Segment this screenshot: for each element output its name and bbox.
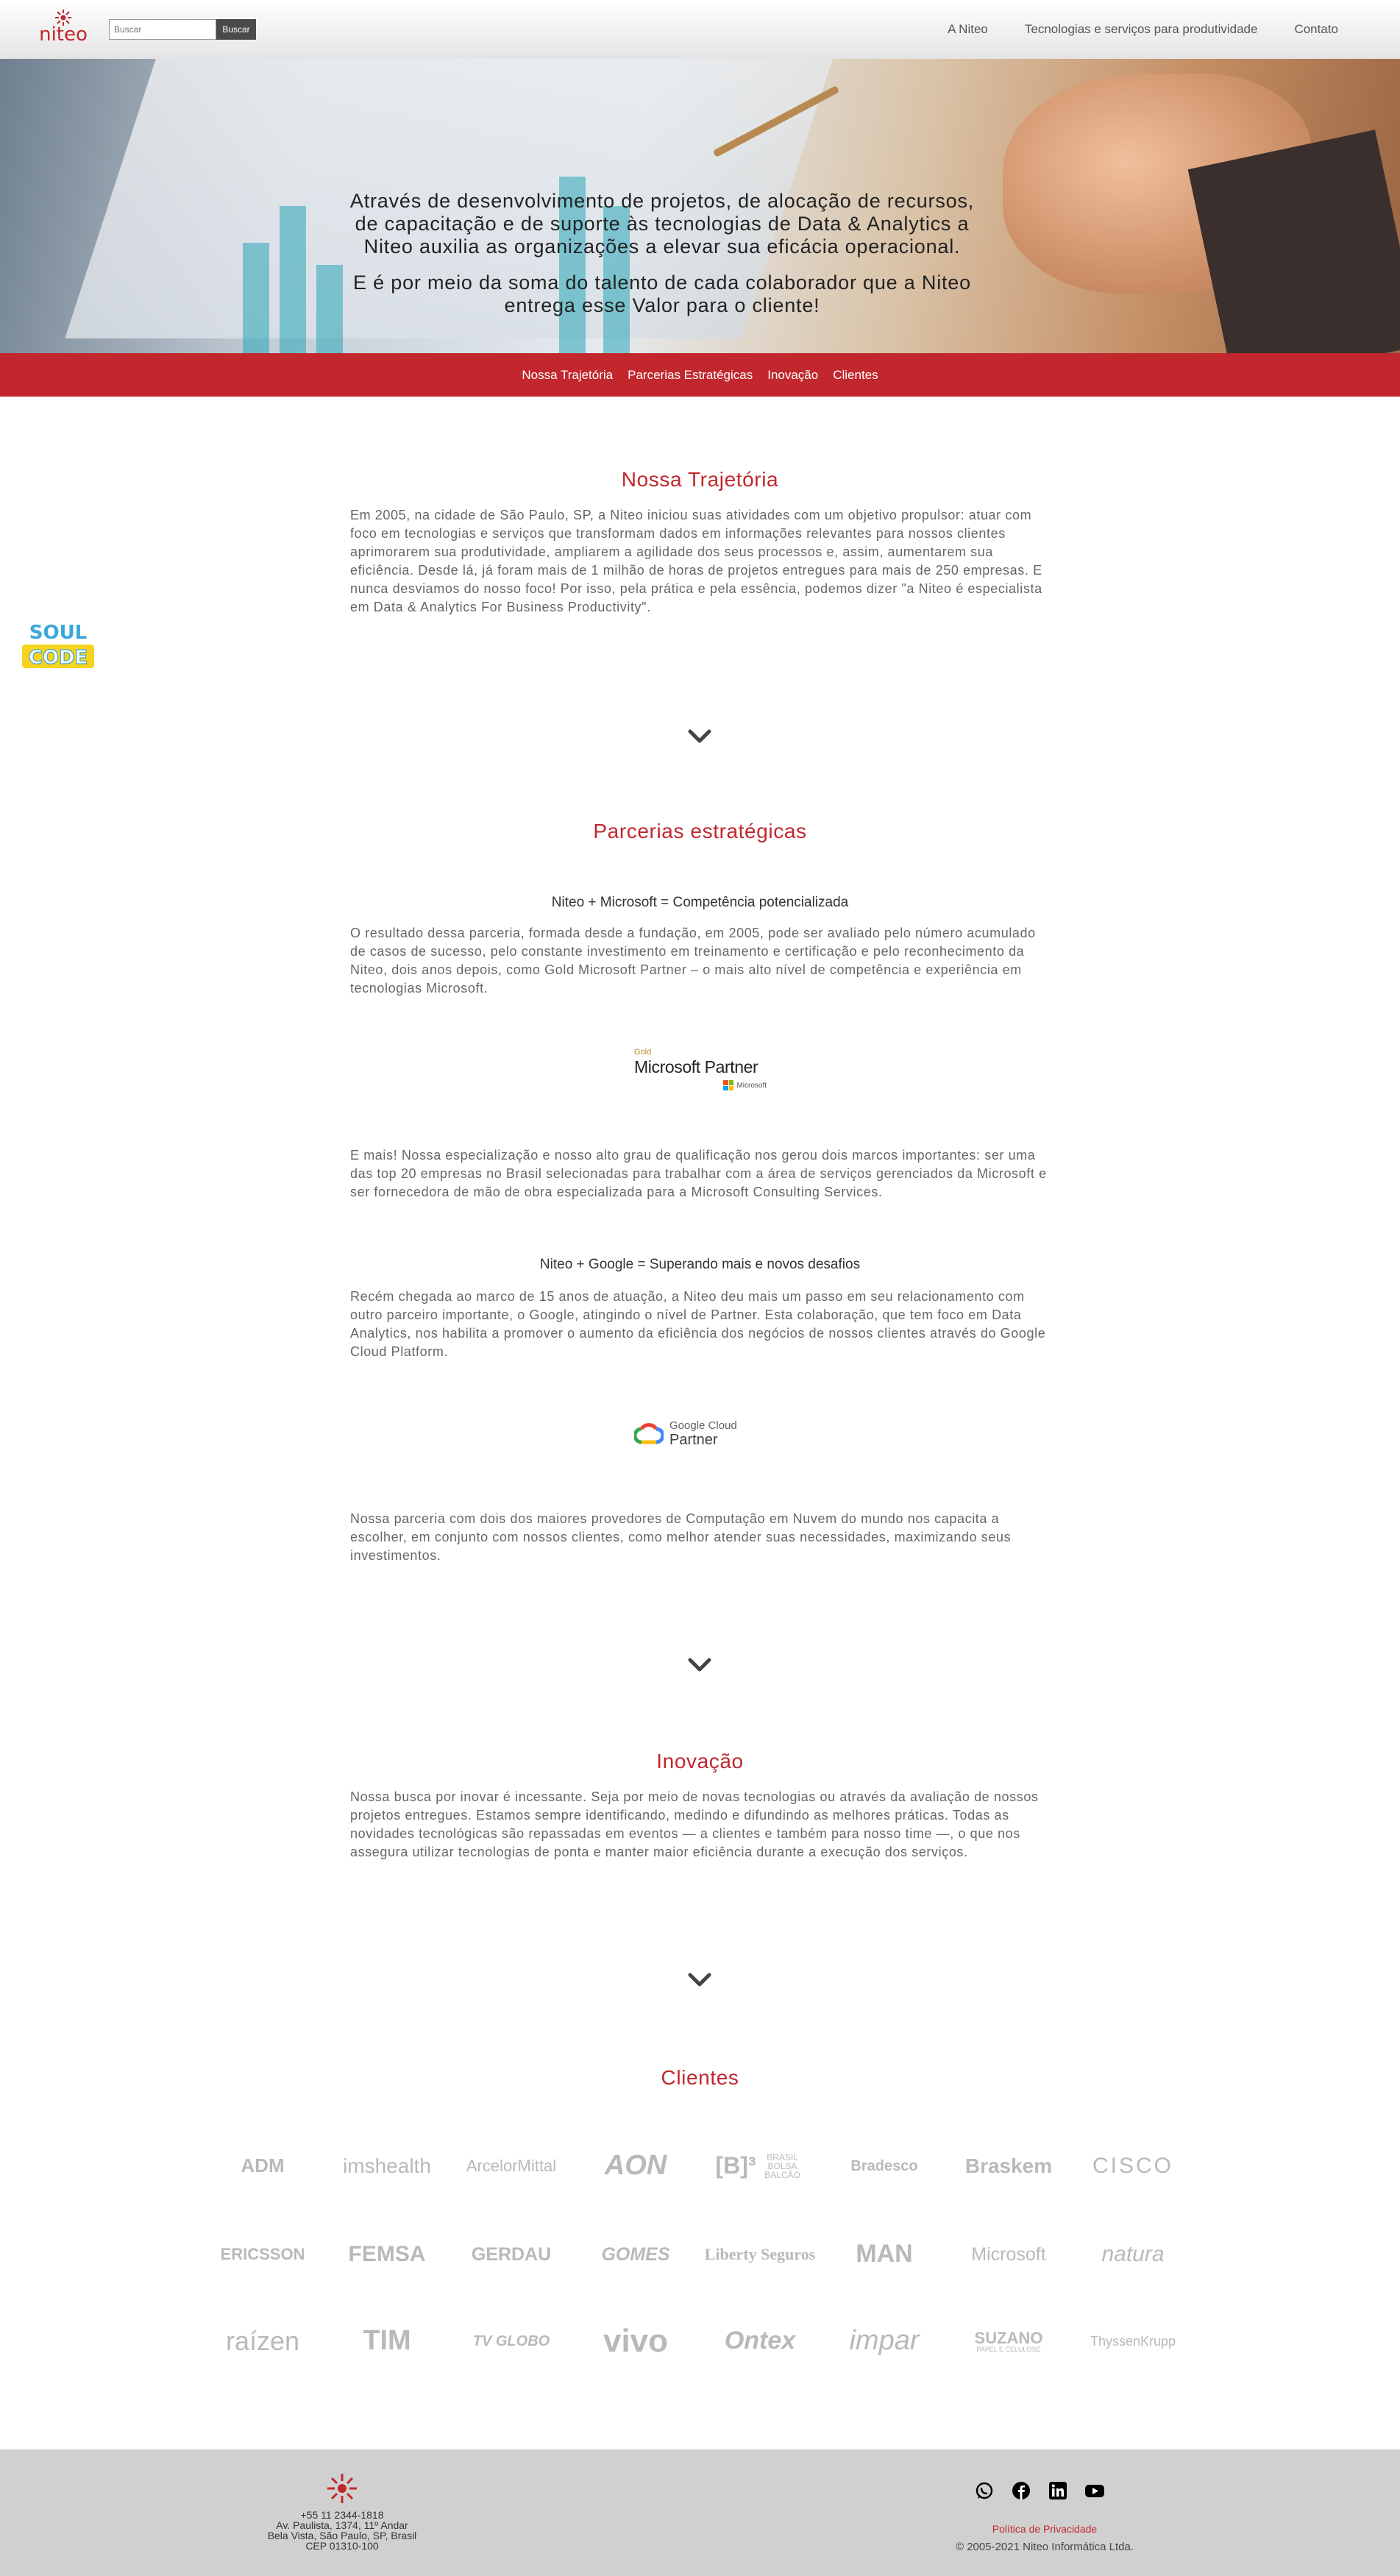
footer-address-line-2: Bela Vista, São Paulo, SP, Brasil <box>267 2530 417 2541</box>
hero-banner: Através de desenvolvimento de projetos, … <box>0 59 1400 353</box>
trajetoria-title: Nossa Trajetória <box>621 468 779 491</box>
gold-microsoft-partner-logo: Gold Microsoft Partner Microsoft <box>634 1048 767 1098</box>
hero-paragraph-1: Através de desenvolvimento de projetos, … <box>349 190 975 258</box>
microsoft-text-2: E mais! Nossa especialização e nosso alt… <box>350 1148 1047 1199</box>
client-logo-adm: ADM <box>241 2154 285 2177</box>
chevron-down-icon[interactable] <box>687 1972 712 1988</box>
client-logo-aon: AON <box>604 2150 667 2182</box>
microsoft-heading: Niteo + Microsoft = Competência potencia… <box>551 895 849 910</box>
hero-paragraph-2: E é por meio da soma do talento de cada … <box>353 272 971 316</box>
client-logo-natura: natura <box>1101 2242 1165 2267</box>
subnav-trajetoria[interactable]: Nossa Trajetória <box>522 368 613 383</box>
svg-text:CODE: CODE <box>29 647 88 669</box>
footer-cep: CEP 01310-100 <box>305 2540 379 2552</box>
soulcode-badge[interactable]: SOUL CODE <box>21 617 96 670</box>
google-cloud-label: Google Cloud <box>669 1419 737 1432</box>
client-logo-gomes: GOMES <box>601 2243 670 2265</box>
site-footer: +55 11 2344-1818 Av. Paulista, 1374, 11º… <box>0 2449 1400 2576</box>
subnav-inovacao[interactable]: Inovação <box>767 368 818 383</box>
client-logo-bradesco: Bradesco <box>850 2157 918 2174</box>
partner-label: Partner <box>669 1432 718 1448</box>
facebook-icon[interactable] <box>1011 2480 1031 2501</box>
privacy-policy-link[interactable]: Política de Privacidade <box>949 2523 1140 2535</box>
client-logo-thyssenkrupp: ThyssenKrupp <box>1090 2333 1176 2349</box>
linkedin-icon[interactable] <box>1048 2480 1068 2501</box>
hero-text: Através de desenvolvimento de projetos, … <box>346 190 978 317</box>
google-cloud-partner-logo: Google Cloud Partner <box>634 1417 745 1451</box>
client-logo-raizen: raízen <box>225 2326 300 2357</box>
client-logo-liberty: Liberty Seguros <box>704 2245 816 2264</box>
client-logo-tim: TIM <box>363 2325 411 2357</box>
client-logo-braskem: Braskem <box>964 2154 1053 2178</box>
whatsapp-icon[interactable] <box>974 2480 995 2501</box>
footer-address: +55 11 2344-1818 Av. Paulista, 1374, 11º… <box>232 2510 452 2551</box>
brand-name: niteo <box>39 24 88 46</box>
inovacao-text: Nossa busca por inovar é incessante. Sej… <box>350 1789 1039 1859</box>
client-logo-impar: impar <box>849 2325 920 2357</box>
client-logo-gerdau: GERDAU <box>471 2243 552 2265</box>
top-navigation: A Niteo Tecnologias e serviços para prod… <box>948 22 1338 37</box>
google-heading: Niteo + Google = Superando mais e novos … <box>539 1257 861 1272</box>
client-logo-cisco: CISCO <box>1092 2154 1173 2179</box>
subnav-clientes[interactable]: Clientes <box>833 368 878 383</box>
client-logo-femsa: FEMSA <box>348 2242 426 2267</box>
microsoft-small-label: Microsoft <box>736 1081 767 1090</box>
niteo-logo[interactable]: niteo <box>35 7 91 52</box>
client-logo-tvglobo: TV GLOBO <box>472 2332 550 2349</box>
site-header: niteo Buscar A Niteo Tecnologias e servi… <box>0 0 1400 59</box>
footer-phone: +55 11 2344-1818 <box>300 2509 384 2521</box>
search-input[interactable] <box>109 19 216 40</box>
inovacao-title: Inovação <box>656 1750 744 1773</box>
parcerias-title: Parcerias estratégicas <box>593 820 807 842</box>
clientes-title: Clientes <box>661 2066 739 2089</box>
google-cloud-icon <box>634 1423 664 1444</box>
gold-label: Gold <box>634 1048 652 1057</box>
client-logo-ericsson: ERICSSON <box>220 2245 305 2264</box>
youtube-icon[interactable] <box>1084 2480 1105 2501</box>
client-logo-arcelormittal: ArcelorMittal <box>466 2157 557 2176</box>
svg-text:SOUL: SOUL <box>29 622 88 644</box>
nav-tecnologias[interactable]: Tecnologias e serviços para produtividad… <box>1025 22 1258 37</box>
client-logo-suzano: SUZANO PAPEL E CELULOSE <box>974 2328 1043 2353</box>
nav-contato[interactable]: Contato <box>1294 22 1338 37</box>
microsoft-icon <box>723 1080 734 1090</box>
social-links <box>974 2480 1105 2501</box>
section-navigation: Nossa Trajetória Parcerias Estratégicas … <box>0 353 1400 397</box>
google-text: Recém chegada ao marco de 15 anos de atu… <box>350 1289 1046 1359</box>
subnav-parcerias[interactable]: Parcerias Estratégicas <box>628 368 753 383</box>
client-logo-vivo: vivo <box>603 2322 669 2359</box>
chevron-down-icon[interactable] <box>687 728 712 745</box>
microsoft-text: O resultado dessa parceria, formada desd… <box>350 926 1036 996</box>
niteo-sun-icon <box>327 2474 357 2503</box>
client-logo-b3: [B]³ BRASIL BOLSA BALCÃO <box>701 2137 819 2196</box>
trajetoria-text: Em 2005, na cidade de São Paulo, SP, a N… <box>350 508 1042 614</box>
client-logo-man: MAN <box>856 2240 913 2268</box>
parcerias-closing-text: Nossa parceria com dois dos maiores prov… <box>350 1511 1012 1563</box>
client-logo-ontex: Ontex <box>724 2327 796 2355</box>
client-logo-imshealth: imshealth <box>343 2154 431 2178</box>
copyright-text: © 2005-2021 Niteo Informática Ltda. <box>955 2541 1134 2553</box>
chevron-down-icon[interactable] <box>687 1657 712 1673</box>
search-form: Buscar <box>109 19 256 40</box>
footer-address-line-1: Av. Paulista, 1374, 11º Andar <box>276 2519 408 2531</box>
nav-a-niteo[interactable]: A Niteo <box>948 22 988 37</box>
b3-subtext: BRASIL BOLSA BALCÃO <box>764 2152 800 2180</box>
client-logo-microsoft: Microsoft <box>971 2243 1046 2265</box>
suzano-subtext: PAPEL E CELULOSE <box>976 2345 1041 2353</box>
search-button[interactable]: Buscar <box>216 19 256 40</box>
microsoft-partner-label: Microsoft Partner <box>634 1057 758 1076</box>
